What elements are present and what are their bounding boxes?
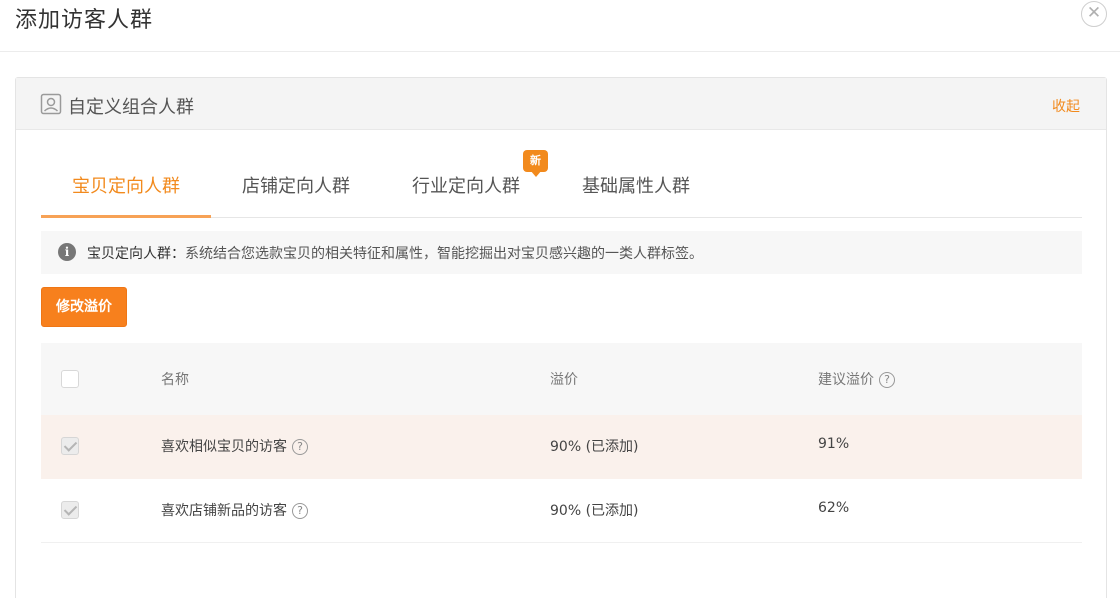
new-badge: 新 (523, 150, 548, 177)
row-name: 喜欢店铺新品的访客? (161, 500, 308, 520)
collapse-link[interactable]: 收起 (1052, 96, 1080, 116)
row-name: 喜欢相似宝贝的访客? (161, 436, 308, 456)
header-suggested-bid-label: 建议溢价 (818, 372, 874, 388)
notice-bar: i 宝贝定向人群：系统结合您选款宝贝的相关特征和属性，智能挖掘出对宝贝感兴趣的一… (41, 231, 1082, 274)
header-name: 名称 (161, 372, 189, 388)
dialog-title: 添加访客人群 (15, 8, 154, 33)
close-icon[interactable]: ✕ (1081, 1, 1107, 27)
table-row[interactable]: 喜欢店铺新品的访客? 90% (已添加) 62% (41, 479, 1082, 543)
select-all-checkbox[interactable] (61, 370, 79, 388)
row-bid: 90% (已添加) (550, 503, 639, 519)
dialog-header: 添加访客人群 ✕ (0, 0, 1120, 52)
audience-tabs: 宝贝定向人群 店铺定向人群 行业定向人群 新 基础属性人群 (41, 150, 1082, 218)
profile-card-icon (40, 93, 62, 115)
modify-bid-button[interactable]: 修改溢价 (41, 287, 127, 327)
tab-shop-audience[interactable]: 店铺定向人群 (211, 156, 381, 218)
help-icon[interactable]: ? (292, 503, 308, 519)
tab-basic-attribute-audience[interactable]: 基础属性人群 (551, 156, 721, 218)
add-visitor-audience-dialog: 添加访客人群 ✕ 自定义组合人群 收起 宝贝定向人群 店铺定向人群 行业定向人群… (0, 0, 1120, 598)
row-suggested-bid: 62% (818, 500, 850, 516)
row-suggested-bid: 91% (818, 436, 850, 452)
notice-description: 系统结合您选款宝贝的相关特征和属性，智能挖掘出对宝贝感兴趣的一类人群标签。 (185, 246, 703, 262)
custom-audience-panel: 自定义组合人群 收起 宝贝定向人群 店铺定向人群 行业定向人群 新 基础属性人群… (15, 77, 1107, 598)
panel-header: 自定义组合人群 收起 (16, 78, 1106, 130)
table-header-row: 名称 溢价 建议溢价? (41, 343, 1082, 415)
notice-label: 宝贝定向人群： (87, 246, 185, 262)
notice-text: 宝贝定向人群：系统结合您选款宝贝的相关特征和属性，智能挖掘出对宝贝感兴趣的一类人… (87, 243, 703, 263)
header-suggested-bid: 建议溢价? (818, 369, 895, 389)
header-bid: 溢价 (550, 372, 578, 388)
audience-table: 名称 溢价 建议溢价? 喜欢相似宝贝的访客? 90% (已添加) 91% 喜欢店… (41, 343, 1082, 543)
panel-title: 自定义组合人群 (68, 97, 194, 118)
help-icon[interactable]: ? (879, 372, 895, 388)
row-name-label: 喜欢店铺新品的访客 (161, 503, 287, 519)
row-name-label: 喜欢相似宝贝的访客 (161, 439, 287, 455)
row-checkbox[interactable] (61, 437, 79, 455)
row-checkbox[interactable] (61, 501, 79, 519)
row-bid: 90% (已添加) (550, 439, 639, 455)
table-row[interactable]: 喜欢相似宝贝的访客? 90% (已添加) 91% (41, 415, 1082, 479)
help-icon[interactable]: ? (292, 439, 308, 455)
info-icon: i (58, 243, 76, 261)
tab-item-audience[interactable]: 宝贝定向人群 (41, 156, 211, 218)
